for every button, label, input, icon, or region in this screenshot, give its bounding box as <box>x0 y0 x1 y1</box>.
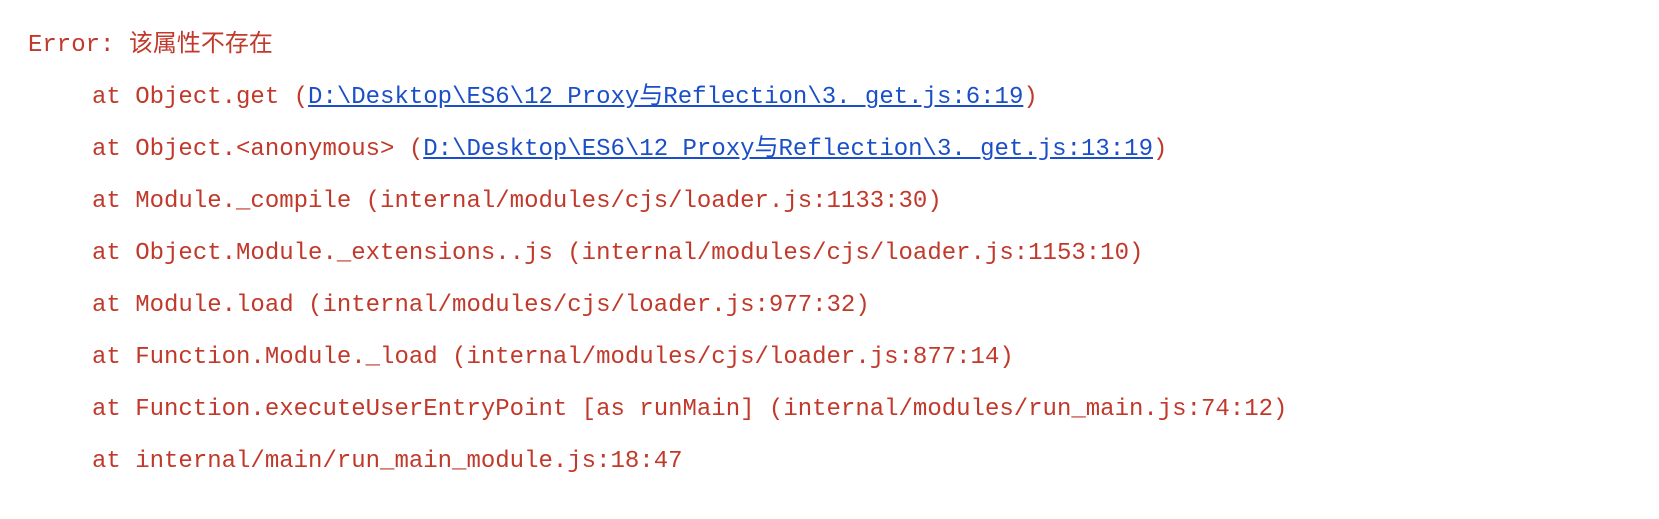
error-label: Error: <box>28 32 114 59</box>
stack-text: at Module.load (internal/modules/cjs/loa… <box>92 292 870 319</box>
stack-text: at Object.get ( <box>92 84 308 111</box>
stack-frame: at Object.Module._extensions..js (intern… <box>28 228 1631 280</box>
stack-text: at Object.Module._extensions..js (intern… <box>92 240 1143 267</box>
stack-frame: at Module._compile (internal/modules/cjs… <box>28 176 1631 228</box>
source-link[interactable]: D:\Desktop\ES6\12 Proxy与Reflection\3. ge… <box>308 84 1023 111</box>
error-console: Error: 该属性不存在 at Object.get (D:\Desktop\… <box>0 0 1659 508</box>
source-link[interactable]: D:\Desktop\ES6\12 Proxy与Reflection\3. ge… <box>423 136 1153 163</box>
stack-frame: at internal/main/run_main_module.js:18:4… <box>28 436 1631 488</box>
stack-text: at Function.executeUserEntryPoint [as ru… <box>92 396 1287 423</box>
error-message: 该属性不存在 <box>114 32 272 59</box>
stack-text: at internal/main/run_main_module.js:18:4… <box>92 448 683 475</box>
stack-suffix: ) <box>1023 84 1037 111</box>
stack-frame: at Function.executeUserEntryPoint [as ru… <box>28 384 1631 436</box>
stack-frame: at Module.load (internal/modules/cjs/loa… <box>28 280 1631 332</box>
stack-frame: at Object.get (D:\Desktop\ES6\12 Proxy与R… <box>28 72 1631 124</box>
stack-frame: at Object.<anonymous> (D:\Desktop\ES6\12… <box>28 124 1631 176</box>
stack-text: at Module._compile (internal/modules/cjs… <box>92 188 942 215</box>
stack-text: at Object.<anonymous> ( <box>92 136 423 163</box>
stack-suffix: ) <box>1153 136 1167 163</box>
stack-text: at Function.Module._load (internal/modul… <box>92 344 1014 371</box>
stack-frame: at Function.Module._load (internal/modul… <box>28 332 1631 384</box>
